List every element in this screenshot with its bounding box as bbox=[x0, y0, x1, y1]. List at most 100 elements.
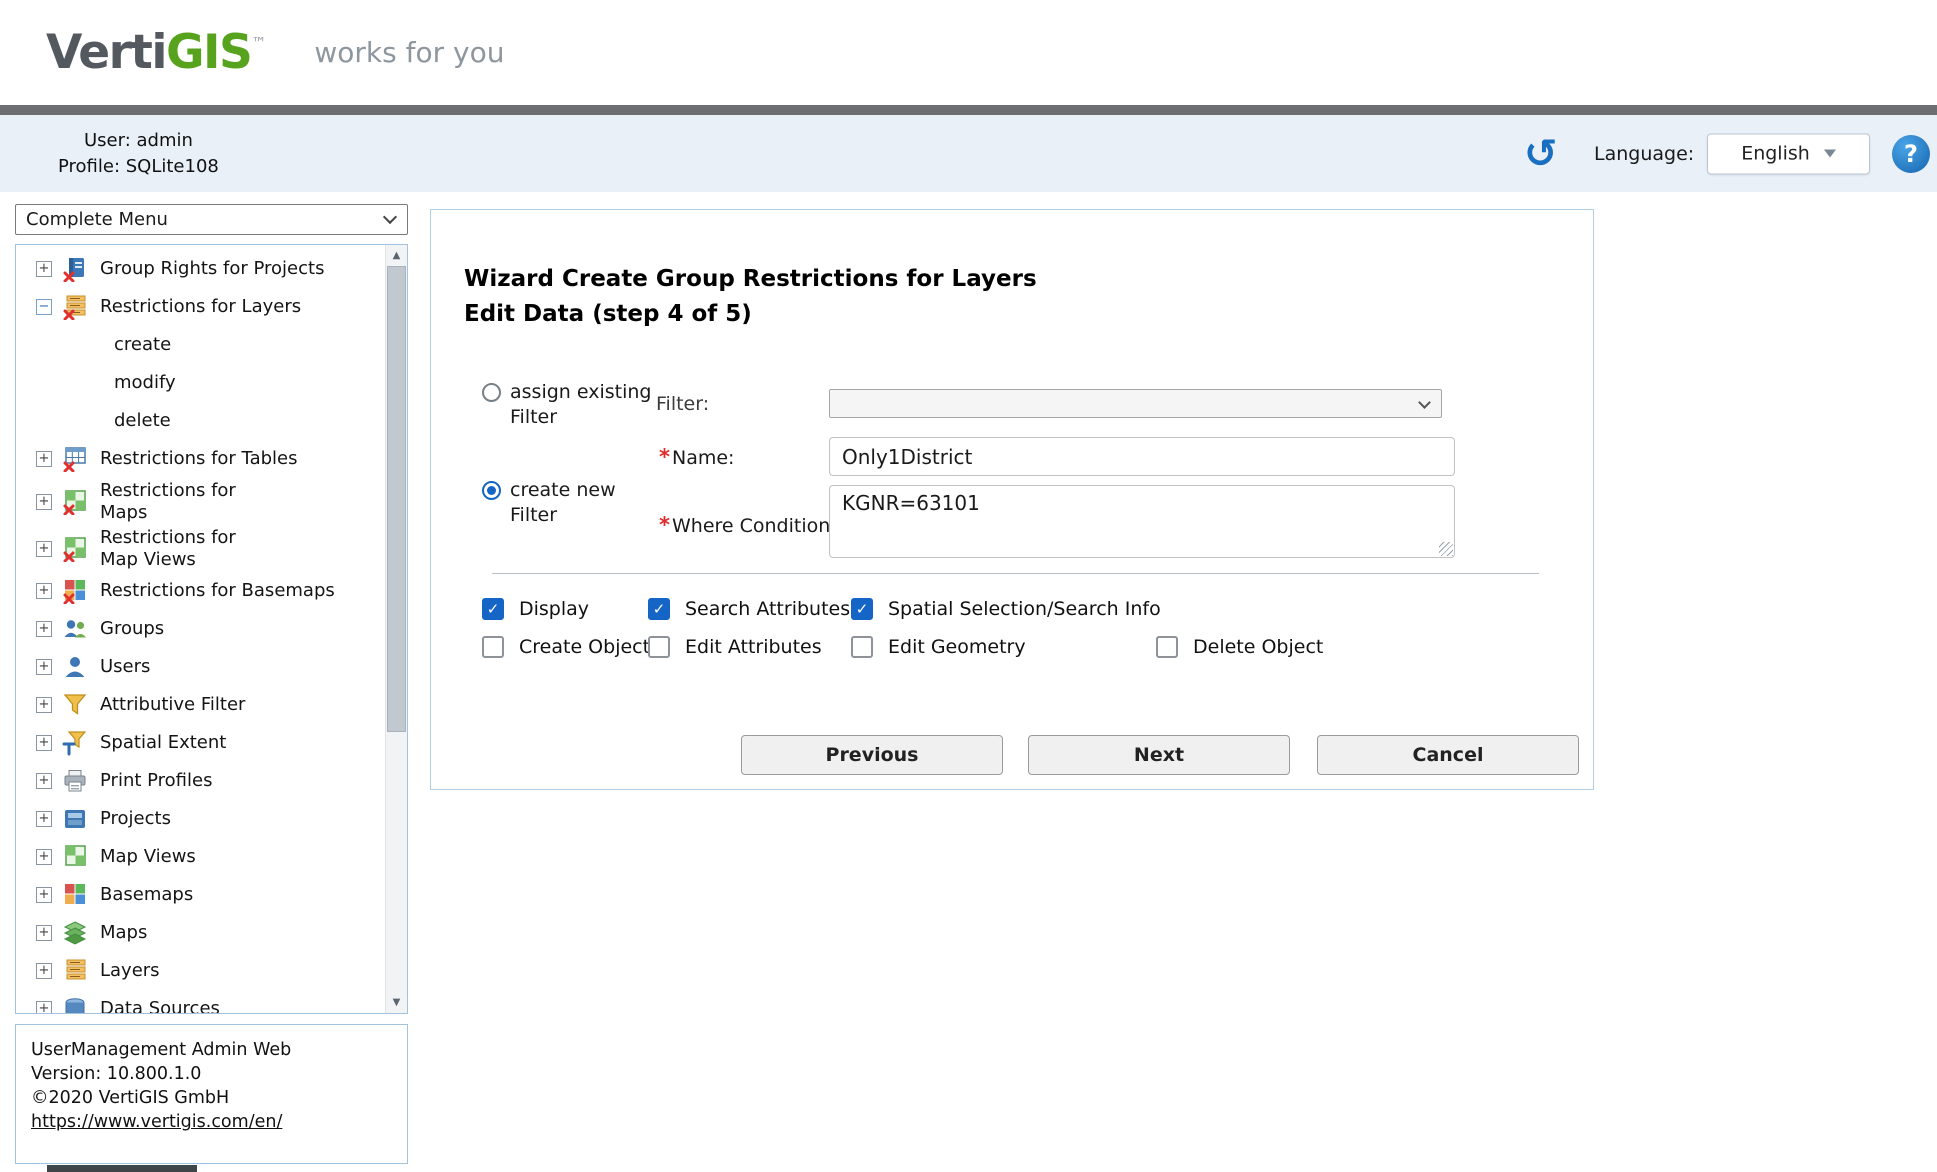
tree-item-label[interactable]: Attributive Filter bbox=[100, 694, 245, 716]
create-object-checkbox[interactable]: Create Object bbox=[482, 636, 650, 658]
scrollbar-thumb[interactable] bbox=[387, 266, 406, 732]
tree-item-projects[interactable]: + Projects bbox=[16, 800, 385, 838]
next-button[interactable]: Next bbox=[1028, 735, 1290, 775]
help-icon[interactable]: ? bbox=[1892, 135, 1930, 173]
checkbox-unchecked-icon[interactable] bbox=[482, 636, 504, 658]
tree-item-label[interactable]: Projects bbox=[100, 808, 171, 830]
where-condition-textarea[interactable]: KGNR=63101 bbox=[829, 485, 1455, 558]
expand-box-icon[interactable]: + bbox=[36, 659, 52, 675]
tree-item-modify[interactable]: modify bbox=[16, 364, 385, 402]
tree-item-users[interactable]: + Users bbox=[16, 648, 385, 686]
tree-item-label[interactable]: Basemaps bbox=[100, 884, 193, 906]
tree-item-layers[interactable]: + Layers bbox=[16, 952, 385, 990]
tree-item-spatial-extent[interactable]: + Spatial Extent bbox=[16, 724, 385, 762]
tree-item-label[interactable]: delete bbox=[114, 410, 171, 432]
user-line: User: admin bbox=[58, 127, 219, 153]
tree-item-label[interactable]: Restrictions for Maps bbox=[100, 480, 236, 523]
language-value: English bbox=[1741, 143, 1810, 165]
expand-box-icon[interactable]: + bbox=[36, 735, 52, 751]
tree-item-label[interactable]: Print Profiles bbox=[100, 770, 212, 792]
tree-item-label[interactable]: Layers bbox=[100, 960, 160, 982]
expand-box-icon[interactable]: + bbox=[36, 811, 52, 827]
expand-box-icon[interactable]: + bbox=[36, 1001, 52, 1013]
tree-item-label[interactable]: Users bbox=[100, 656, 150, 678]
data-sources-icon bbox=[62, 996, 88, 1013]
create-new-filter-label[interactable]: create new Filter bbox=[510, 478, 616, 527]
delete-object-checkbox[interactable]: Delete Object bbox=[1156, 636, 1323, 658]
tree-item-label[interactable]: Spatial Extent bbox=[100, 732, 226, 754]
expand-box-icon[interactable]: + bbox=[36, 451, 52, 467]
tree-item-label[interactable]: Data Sources bbox=[100, 998, 220, 1013]
expand-box-icon[interactable]: + bbox=[36, 849, 52, 865]
resize-grip-icon[interactable] bbox=[1439, 542, 1453, 556]
menu-tree: + Group Rights for Projects − Restrictions … bbox=[16, 245, 385, 1013]
search-attributes-checkbox[interactable]: ✓Search Attributes bbox=[648, 598, 850, 620]
tree-item-label[interactable]: Restrictions for Basemaps bbox=[100, 580, 335, 602]
tree-item-restrictions-for-map-views[interactable]: + Restrictions for Map Views bbox=[16, 525, 385, 572]
tree-item-restrictions-for-basemaps[interactable]: + Restrictions for Basemaps bbox=[16, 572, 385, 610]
tree-item-basemaps[interactable]: + Basemaps bbox=[16, 876, 385, 914]
tree-item-delete[interactable]: delete bbox=[16, 402, 385, 440]
checkbox-unchecked-icon[interactable] bbox=[648, 636, 670, 658]
scroll-down-arrow-icon[interactable]: ▼ bbox=[386, 992, 407, 1013]
screen-edge-artifact bbox=[47, 1165, 197, 1172]
display-checkbox[interactable]: ✓Display bbox=[482, 598, 589, 620]
tree-item-attributive-filter[interactable]: + Attributive Filter bbox=[16, 686, 385, 724]
previous-button[interactable]: Previous bbox=[741, 735, 1003, 775]
checkbox-unchecked-icon[interactable] bbox=[1156, 636, 1178, 658]
tree-item-create[interactable]: create bbox=[16, 326, 385, 364]
tree-item-restrictions-for-layers[interactable]: − Restrictions for Layers bbox=[16, 288, 385, 326]
tree-item-print-profiles[interactable]: + Print Profiles bbox=[16, 762, 385, 800]
refresh-icon[interactable]: ↺ bbox=[1524, 134, 1558, 174]
assign-existing-filter-label[interactable]: assign existing Filter bbox=[510, 380, 651, 429]
tree-item-label[interactable]: Restrictions for Map Views bbox=[100, 527, 236, 570]
tree-item-label[interactable]: Restrictions for Layers bbox=[100, 296, 301, 318]
tree-item-data-sources[interactable]: + Data Sources bbox=[16, 990, 385, 1013]
filter-dropdown[interactable] bbox=[829, 389, 1442, 418]
spatial-selection-search-info-checkbox[interactable]: ✓Spatial Selection/Search Info bbox=[851, 598, 1161, 620]
tree-item-label[interactable]: Groups bbox=[100, 618, 164, 640]
tree-item-maps[interactable]: + Maps bbox=[16, 914, 385, 952]
tree-item-restrictions-for-maps[interactable]: + Restrictions for Maps bbox=[16, 478, 385, 525]
expand-box-icon[interactable]: + bbox=[36, 494, 52, 510]
header: VertiGIS™ works for you bbox=[0, 0, 1937, 105]
checkbox-checked-icon[interactable]: ✓ bbox=[648, 598, 670, 620]
checkbox-unchecked-icon[interactable] bbox=[851, 636, 873, 658]
expand-box-icon[interactable]: + bbox=[36, 925, 52, 941]
create-new-filter-radio[interactable] bbox=[482, 481, 501, 500]
language-dropdown[interactable]: English bbox=[1707, 133, 1870, 174]
assign-existing-filter-radio[interactable] bbox=[482, 383, 501, 402]
expand-box-icon[interactable]: + bbox=[36, 697, 52, 713]
checkbox-checked-icon[interactable]: ✓ bbox=[851, 598, 873, 620]
tree-item-groups[interactable]: + Groups bbox=[16, 610, 385, 648]
tree-item-label[interactable]: Map Views bbox=[100, 846, 196, 868]
menu-mode-select[interactable]: Complete Menu bbox=[15, 204, 408, 235]
name-input[interactable] bbox=[829, 437, 1455, 476]
spatial-extent-icon bbox=[62, 730, 88, 756]
expand-box-icon[interactable]: + bbox=[36, 541, 52, 557]
edit-geometry-checkbox[interactable]: Edit Geometry bbox=[851, 636, 1026, 658]
tree-item-label[interactable]: create bbox=[114, 334, 171, 356]
tree-item-map-views[interactable]: + Map Views bbox=[16, 838, 385, 876]
tree-item-label[interactable]: Group Rights for Projects bbox=[100, 258, 324, 280]
sidebar: Complete Menu + Group Rights for Projects… bbox=[15, 204, 408, 1164]
expand-box-icon[interactable]: + bbox=[36, 887, 52, 903]
tree-item-label[interactable]: modify bbox=[114, 372, 176, 394]
tree-item-restrictions-for-tables[interactable]: + Restrictions for Tables bbox=[16, 440, 385, 478]
expand-box-icon[interactable]: + bbox=[36, 773, 52, 789]
expand-box-icon[interactable]: + bbox=[36, 621, 52, 637]
tree-item-group-rights-for-projects[interactable]: + Group Rights for Projects bbox=[16, 250, 385, 288]
restrictions-maps-icon bbox=[62, 489, 88, 515]
vertigis-link[interactable]: https://www.vertigis.com/en/ bbox=[31, 1112, 282, 1132]
expand-box-icon[interactable]: + bbox=[36, 261, 52, 277]
cancel-button[interactable]: Cancel bbox=[1317, 735, 1579, 775]
expand-box-icon[interactable]: + bbox=[36, 963, 52, 979]
tree-item-label[interactable]: Restrictions for Tables bbox=[100, 448, 297, 470]
expand-box-icon[interactable]: + bbox=[36, 583, 52, 599]
checkbox-checked-icon[interactable]: ✓ bbox=[482, 598, 504, 620]
tree-item-label[interactable]: Maps bbox=[100, 922, 147, 944]
tree-scrollbar[interactable]: ▲ ▼ bbox=[385, 245, 407, 1013]
scroll-up-arrow-icon[interactable]: ▲ bbox=[386, 245, 407, 266]
collapse-box-icon[interactable]: − bbox=[36, 299, 52, 315]
edit-attributes-checkbox[interactable]: Edit Attributes bbox=[648, 636, 822, 658]
